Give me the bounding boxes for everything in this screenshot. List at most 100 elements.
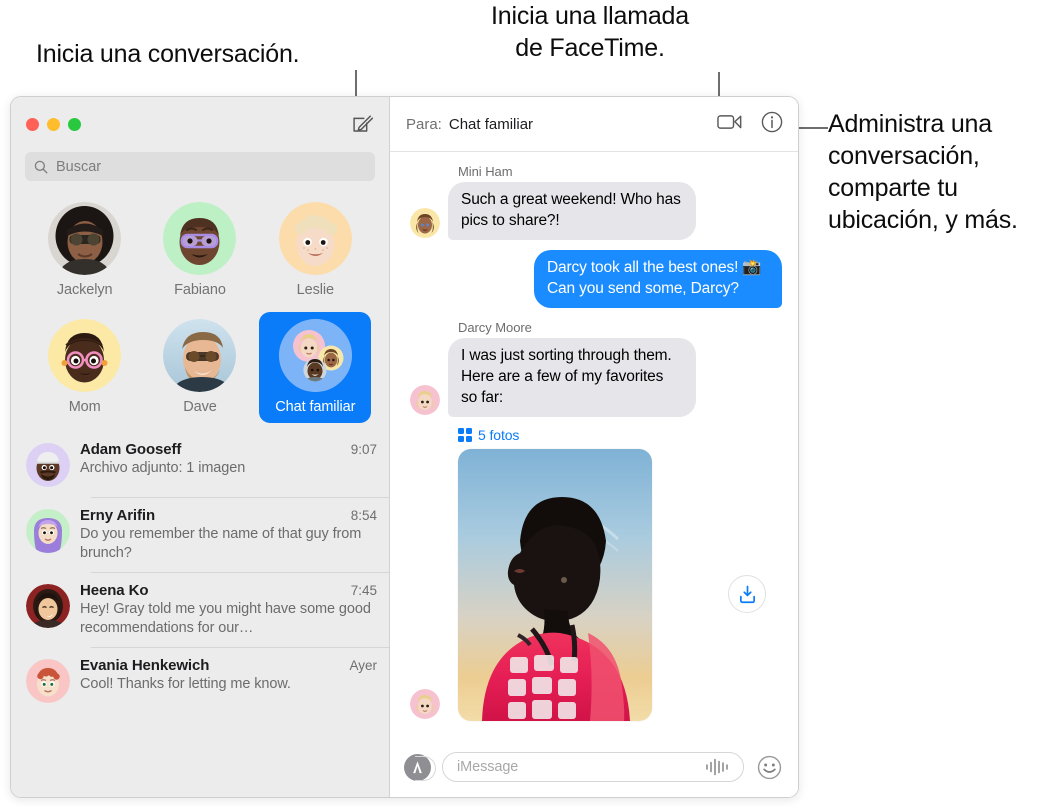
message-sender-name: Mini Ham	[458, 164, 513, 179]
conversation-body: Evania Henkewich Ayer Cool! Thanks for l…	[80, 657, 377, 694]
compose-icon	[352, 115, 373, 132]
avatar-memoji-fabiano	[163, 202, 237, 275]
minimize-window-button[interactable]	[47, 118, 60, 131]
conversation-name: Erny Arifin	[80, 507, 156, 524]
message-bubble-incoming: I was just sorting through them. Here ar…	[443, 338, 696, 418]
facetime-button[interactable]	[717, 113, 742, 136]
conversation-header: Heena Ko 7:45	[80, 582, 377, 599]
message-input[interactable]: iMessage	[442, 752, 744, 782]
pinned-conversations-grid: Jackelyn Fabiano Leslie Mom Dave Chat fa…	[11, 195, 389, 423]
conversation-time: Ayer	[349, 658, 377, 674]
message-bubble-outgoing: Darcy took all the best ones! 📸 Can you …	[534, 250, 787, 309]
conversation-header: Evania Henkewich Ayer	[80, 657, 377, 674]
photos-count-row[interactable]: 5 fotos	[458, 427, 782, 443]
message-group-incoming-1: Mini Ham Such a great weekend! Who has p…	[400, 164, 782, 241]
emoji-picker-button[interactable]	[755, 753, 783, 781]
avatar-leslie	[278, 202, 352, 275]
conversation-preview: Hey! Gray told me you might have some go…	[80, 601, 371, 636]
avatar-mini-ham	[410, 208, 440, 239]
photo-stack[interactable]	[458, 449, 696, 722]
conversation-body: Heena Ko 7:45 Hey! Gray told me you migh…	[80, 582, 377, 637]
photo-thumbnail-1	[458, 449, 652, 722]
avatar-memoji-adam	[26, 443, 70, 487]
callout-facetime-line1: Inicia una llamada	[491, 2, 689, 30]
pinned-label-jackelyn: Jackelyn	[56, 282, 113, 298]
conversation-name: Heena Ko	[80, 582, 149, 600]
pinned-tile-leslie[interactable]: Leslie	[259, 195, 371, 306]
pinned-label-chat-familiar: Chat familiar	[275, 399, 356, 415]
conversation-body: Adam Gooseff 9:07 Archivo adjunto: 1 ima…	[80, 441, 377, 478]
conversation-time: 7:45	[350, 583, 377, 599]
conversation-body: Erny Arifin 8:54 Do you remember the nam…	[80, 507, 377, 562]
callout-start-conversation: Inicia una conversación.	[36, 40, 300, 68]
avatar-memoji-mini-ham	[410, 208, 440, 239]
avatar-memoji-erny	[26, 509, 70, 553]
conversation-list: Adam Gooseff 9:07 Archivo adjunto: 1 ima…	[11, 431, 389, 797]
audio-waveform-icon[interactable]	[705, 758, 731, 776]
to-label: Para:	[406, 115, 442, 133]
conversation-name: Evania Henkewich	[80, 657, 210, 675]
conversation-header: Adam Gooseff 9:07	[80, 441, 377, 458]
messages-window: Buscar Jackelyn Fabiano Leslie Mom Dave …	[10, 96, 799, 798]
pinned-tile-jackelyn[interactable]: Jackelyn	[29, 195, 141, 306]
conversation-info-button[interactable]	[761, 111, 783, 138]
avatar-memoji-mom	[48, 319, 122, 392]
avatar-fabiano	[163, 202, 237, 275]
message-group-outgoing-1: Darcy took all the best ones! 📸 Can you …	[400, 250, 787, 309]
smiley-icon	[757, 755, 781, 779]
conversation-time: 9:07	[350, 442, 377, 457]
avatar-memoji-darcy	[410, 385, 440, 416]
avatar-memoji-leslie	[278, 202, 352, 275]
video-camera-icon	[717, 114, 742, 129]
search-input[interactable]: Buscar	[25, 152, 375, 181]
info-icon	[761, 111, 783, 132]
search-icon	[34, 160, 48, 173]
avatar-heena-ko	[26, 584, 70, 629]
avatar-dave	[163, 319, 237, 392]
photo-card-front[interactable]	[458, 449, 652, 722]
app-store-icon	[413, 760, 422, 773]
chat-header: Para: Chat familiar	[390, 97, 798, 152]
message-thread[interactable]: Mini Ham Such a great weekend! Who has p…	[390, 152, 798, 737]
compose-message-button[interactable]	[349, 112, 375, 138]
close-window-button[interactable]	[26, 118, 39, 131]
callout-manage-conversation: Administra una conversación, comparte tu…	[828, 110, 1018, 234]
avatar-erny-arifin	[26, 509, 70, 553]
callout-facetime-line2: de FaceTime.	[515, 34, 665, 62]
conversation-row-heena-ko[interactable]: Heena Ko 7:45 Hey! Gray told me you migh…	[11, 572, 389, 647]
to-recipient-value[interactable]: Chat familiar	[449, 116, 533, 133]
chat-pane: Para: Chat familiar Mini Ham Such a grea…	[390, 97, 798, 797]
pinned-tile-fabiano[interactable]: Fabiano	[144, 195, 256, 306]
sidebar: Buscar Jackelyn Fabiano Leslie Mom Dave …	[11, 97, 390, 797]
avatar-jackelyn	[48, 202, 122, 275]
avatar-mom	[48, 319, 122, 392]
avatar-memoji-darcy-small	[410, 689, 440, 720]
download-photos-button[interactable]	[728, 575, 766, 614]
conversation-row-erny-arifin[interactable]: Erny Arifin 8:54 Do you remember the nam…	[11, 497, 389, 572]
grid-icon	[458, 428, 472, 443]
pinned-tile-dave[interactable]: Dave	[144, 312, 256, 423]
maximize-window-button[interactable]	[68, 118, 81, 131]
photos-count-label: 5 fotos	[478, 427, 520, 444]
pinned-tile-mom[interactable]: Mom	[29, 312, 141, 423]
conversation-row-adam-gooseff[interactable]: Adam Gooseff 9:07 Archivo adjunto: 1 ima…	[11, 431, 389, 497]
callout-facetime: Inicia una llamada de FaceTime.	[460, 0, 720, 64]
search-placeholder: Buscar	[56, 158, 102, 175]
avatar-photo-dave	[163, 319, 237, 392]
download-icon	[739, 585, 755, 603]
group-avatar-icon	[278, 319, 352, 392]
avatar-photo-heena	[26, 584, 70, 629]
conversation-header: Erny Arifin 8:54	[80, 507, 377, 524]
message-group-incoming-2: Darcy Moore I was just sorting through t…	[400, 320, 782, 418]
pinned-tile-chat-familiar[interactable]: Chat familiar	[259, 312, 372, 423]
avatar-darcy-moore-attachment	[410, 689, 440, 720]
message-row: I was just sorting through them. Here ar…	[400, 338, 782, 418]
traffic-lights	[26, 118, 81, 131]
conversation-time: 8:54	[350, 508, 377, 523]
apps-store-button[interactable]	[404, 753, 436, 781]
avatar-adam-gooseff	[26, 443, 70, 487]
conversation-row-evania-henkewich[interactable]: Evania Henkewich Ayer Cool! Thanks for l…	[11, 647, 389, 713]
message-placeholder: iMessage	[457, 759, 519, 775]
conversation-preview: Cool! Thanks for letting me know.	[80, 676, 291, 693]
pinned-label-mom: Mom	[68, 399, 101, 415]
